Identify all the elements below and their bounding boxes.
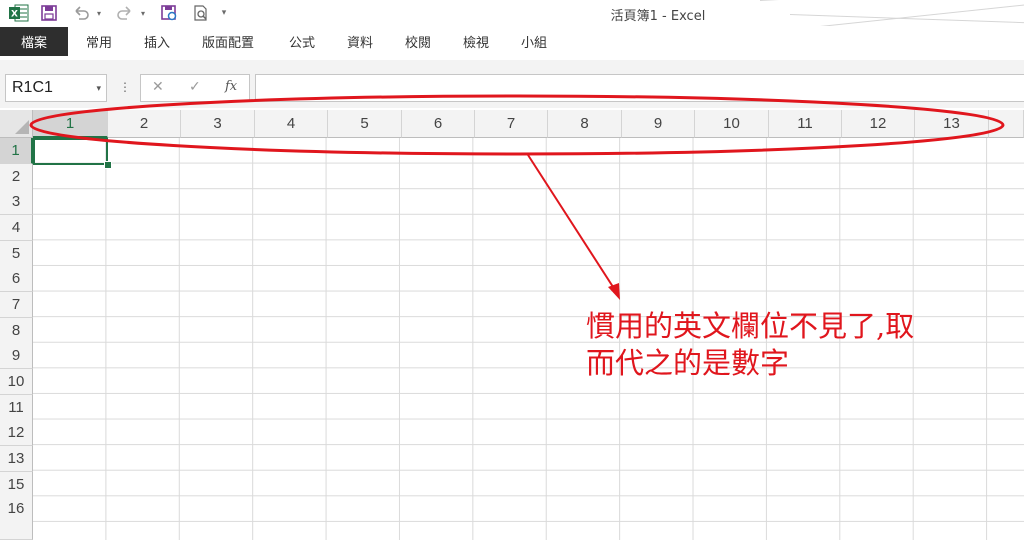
enter-icon[interactable]: ✓	[189, 79, 201, 95]
column-header[interactable]: 11	[769, 110, 842, 138]
column-header[interactable]: 1	[989, 110, 1024, 138]
select-all-button[interactable]	[0, 110, 33, 138]
row-header[interactable]: 7	[0, 292, 33, 318]
annotation-line-1: 慣用的英文欄位不見了,取	[586, 309, 915, 343]
column-header[interactable]: 7	[475, 110, 548, 138]
row-header[interactable]: 6	[0, 266, 33, 292]
name-box-value: R1C1	[12, 79, 53, 96]
column-header[interactable]: 12	[842, 110, 915, 138]
tab-team[interactable]: 小組	[521, 27, 547, 56]
undo-icon[interactable]	[70, 3, 92, 23]
insert-function-icon[interactable]: fx	[225, 79, 237, 94]
formula-bar-splitter-icon[interactable]: ⋮	[119, 80, 131, 94]
tab-home[interactable]: 常用	[86, 27, 112, 56]
tab-page-layout[interactable]: 版面配置	[202, 27, 254, 56]
row-header[interactable]: 10	[0, 369, 33, 395]
undo-dropdown-icon[interactable]: ▾	[94, 3, 104, 23]
row-header[interactable]: 2	[0, 164, 33, 190]
row-header[interactable]: 11	[0, 395, 33, 421]
cancel-icon[interactable]: ✕	[152, 79, 164, 95]
print-preview-save-icon[interactable]	[158, 3, 180, 23]
save-icon[interactable]	[38, 3, 60, 23]
formula-bar: R1C1 ▾ ⋮ ✕ ✓ fx	[0, 60, 1024, 108]
tab-formulas[interactable]: 公式	[289, 27, 315, 56]
svg-text:X: X	[11, 10, 18, 20]
name-box-dropdown-icon[interactable]: ▾	[96, 75, 101, 101]
tab-insert[interactable]: 插入	[144, 27, 170, 56]
column-header[interactable]: 9	[622, 110, 695, 138]
decorative-line	[789, 14, 1024, 25]
column-header[interactable]: 10	[695, 110, 769, 138]
name-box[interactable]: R1C1 ▾	[5, 74, 107, 102]
annotation-text: 慣用的英文欄位不見了,取 而代之的是數字	[586, 308, 914, 382]
excel-logo-icon: X	[8, 3, 30, 23]
tab-view[interactable]: 檢視	[463, 27, 489, 56]
tab-review[interactable]: 校閱	[405, 27, 431, 56]
row-header[interactable]: 9	[0, 343, 33, 369]
column-header[interactable]: 3	[181, 110, 255, 138]
row-header[interactable]: 4	[0, 215, 33, 241]
title-bar: X ▾ ▾ ▾ 活頁簿1 - Excel	[0, 0, 1024, 27]
print-preview-icon[interactable]	[190, 3, 212, 23]
column-header[interactable]: 5	[328, 110, 402, 138]
annotation-line-2: 而代之的是數字	[586, 346, 790, 380]
decorative-line	[759, 0, 1024, 1]
column-header[interactable]: 13	[915, 110, 989, 138]
row-header[interactable]: 8	[0, 318, 33, 344]
column-header[interactable]: 1	[33, 110, 108, 138]
formula-bar-buttons: ✕ ✓ fx	[140, 74, 250, 102]
column-header[interactable]: 2	[108, 110, 181, 138]
redo-icon[interactable]	[114, 3, 136, 23]
tab-file[interactable]: 檔案	[0, 27, 68, 56]
column-header[interactable]: 4	[255, 110, 328, 138]
decorative-line	[819, 3, 1024, 27]
row-header[interactable]: 3	[0, 189, 33, 215]
ribbon-tabs: 檔案 常用 插入 版面配置 公式 資料 校閱 檢視 小組	[0, 26, 1024, 60]
tab-data[interactable]: 資料	[347, 27, 373, 56]
row-header[interactable]: 16	[0, 497, 33, 540]
row-header[interactable]: 15	[0, 472, 33, 498]
formula-input[interactable]	[255, 74, 1024, 102]
redo-dropdown-icon[interactable]: ▾	[138, 3, 148, 23]
column-header[interactable]: 6	[402, 110, 475, 138]
fill-handle[interactable]	[104, 161, 112, 169]
row-header[interactable]: 13	[0, 446, 33, 472]
row-header[interactable]: 12	[0, 420, 33, 446]
row-header[interactable]: 5	[0, 241, 33, 267]
row-header[interactable]: 1	[0, 138, 33, 164]
column-header[interactable]: 8	[548, 110, 622, 138]
active-cell[interactable]	[33, 138, 108, 165]
select-all-triangle-icon	[15, 120, 29, 134]
customize-toolbar-icon[interactable]: ▾	[218, 3, 230, 23]
